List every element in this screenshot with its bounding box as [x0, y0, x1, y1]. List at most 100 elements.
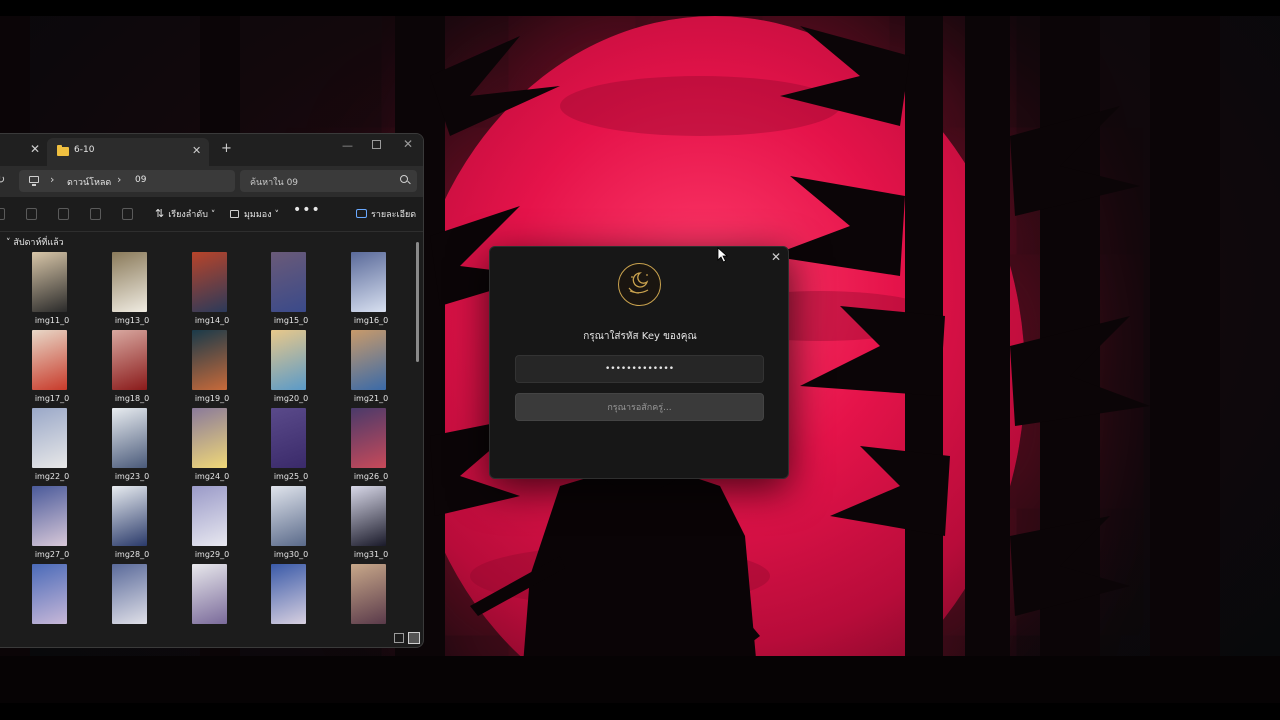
- command-bar: ⇅ เรียงลำดับ ˅ มุมมอง ˅ ••• รายละเอียด: [0, 197, 423, 232]
- group-header[interactable]: ˅ สัปดาห์ที่แล้ว: [6, 235, 64, 249]
- file-thumbnail: [112, 408, 147, 468]
- details-view-icon[interactable]: [394, 633, 404, 643]
- file-thumbnail: [271, 330, 306, 390]
- file-thumbnail: [271, 252, 306, 312]
- maximize-button[interactable]: [372, 140, 381, 149]
- search-icon: [400, 175, 408, 183]
- folder-icon: [57, 145, 69, 156]
- file-name: img23_0: [114, 472, 150, 481]
- file-item[interactable]: img16_0: [326, 252, 406, 330]
- file-thumbnail: [32, 408, 67, 468]
- paste-icon[interactable]: [58, 208, 69, 220]
- tab-folder[interactable]: 6-10 ✕: [47, 138, 209, 166]
- file-name: img29_0: [194, 550, 230, 559]
- tab-label: 6-10: [74, 145, 95, 155]
- file-item[interactable]: img25_0: [246, 408, 326, 486]
- details-label: รายละเอียด: [371, 210, 417, 220]
- file-item[interactable]: [167, 564, 247, 642]
- file-name: img17_0: [34, 394, 70, 403]
- file-thumbnail: [192, 486, 227, 546]
- letterbox-top: [0, 0, 1280, 16]
- file-item[interactable]: img13_0: [87, 252, 167, 330]
- file-name: img26_0: [353, 472, 389, 481]
- file-item[interactable]: img17_0: [7, 330, 87, 408]
- chevron-right-icon[interactable]: ›: [117, 173, 121, 186]
- large-icons-view-icon[interactable]: [408, 632, 420, 644]
- file-thumbnail: [351, 252, 386, 312]
- view-icon: [230, 210, 239, 218]
- breadcrumb-current-folder[interactable]: 09: [135, 175, 146, 185]
- address-bar[interactable]: › ดาวน์โหลด › 09: [19, 170, 235, 192]
- file-name: img24_0: [194, 472, 230, 481]
- share-icon[interactable]: [90, 208, 101, 220]
- file-name: img25_0: [273, 472, 309, 481]
- dialog-close-button[interactable]: ✕: [771, 250, 781, 264]
- file-thumbnail: [112, 564, 147, 624]
- vertical-scrollbar[interactable]: [416, 242, 419, 362]
- file-item[interactable]: [326, 564, 406, 642]
- submit-button[interactable]: กรุณารอสักครู่...: [515, 393, 764, 421]
- file-name: img18_0: [114, 394, 150, 403]
- view-button[interactable]: มุมมอง ˅: [230, 207, 279, 221]
- file-item[interactable]: img23_0: [87, 408, 167, 486]
- file-item[interactable]: img18_0: [87, 330, 167, 408]
- file-item[interactable]: [246, 564, 326, 642]
- file-thumbnail: [32, 330, 67, 390]
- file-item[interactable]: img19_0: [167, 330, 247, 408]
- previous-tab-close-icon[interactable]: ✕: [30, 142, 40, 156]
- cut-icon[interactable]: [0, 208, 5, 220]
- file-thumbnail: [192, 564, 227, 624]
- delete-icon[interactable]: [122, 208, 133, 220]
- sort-label: เรียงลำดับ: [168, 210, 208, 220]
- file-item[interactable]: img20_0: [246, 330, 326, 408]
- new-tab-button[interactable]: +: [221, 141, 232, 156]
- copy-icon[interactable]: [26, 208, 37, 220]
- file-item[interactable]: img14_0: [167, 252, 247, 330]
- file-item[interactable]: img21_0: [326, 330, 406, 408]
- file-thumbnail: [32, 252, 67, 312]
- file-name: img20_0: [273, 394, 309, 403]
- file-thumbnail: [351, 564, 386, 624]
- minimize-button[interactable]: —: [342, 139, 353, 152]
- sort-button[interactable]: ⇅ เรียงลำดับ ˅: [155, 207, 215, 221]
- letterbox-bottom: [0, 703, 1280, 720]
- file-item[interactable]: img11_0: [7, 252, 87, 330]
- file-item[interactable]: img26_0: [326, 408, 406, 486]
- file-thumbnail: [192, 408, 227, 468]
- tab-bar: ✕ 6-10 ✕ + — ✕: [0, 134, 423, 166]
- tab-close-icon[interactable]: ✕: [192, 144, 201, 157]
- file-thumbnail: [351, 330, 386, 390]
- file-item[interactable]: [7, 564, 87, 642]
- this-pc-icon: [29, 176, 39, 186]
- file-name: img13_0: [114, 316, 150, 325]
- details-pane-button[interactable]: รายละเอียด: [356, 207, 416, 221]
- chevron-right-icon[interactable]: ›: [50, 173, 54, 186]
- moon-hand-logo-icon: [628, 272, 649, 294]
- chevron-down-icon: ˅: [210, 210, 216, 220]
- file-item[interactable]: [87, 564, 167, 642]
- file-thumbnail: [351, 408, 386, 468]
- refresh-icon[interactable]: ↻: [0, 173, 5, 186]
- window-close-button[interactable]: ✕: [403, 137, 413, 151]
- file-item[interactable]: img30_0: [246, 486, 326, 564]
- group-header-label: สัปดาห์ที่แล้ว: [13, 238, 64, 248]
- file-thumbnail: [192, 330, 227, 390]
- file-list: ˅ สัปดาห์ที่แล้ว img11_0 img13_0 img14_0 im…: [0, 232, 423, 647]
- file-item[interactable]: img22_0: [7, 408, 87, 486]
- breadcrumb-downloads[interactable]: ดาวน์โหลด: [67, 175, 111, 189]
- file-item[interactable]: img24_0: [167, 408, 247, 486]
- file-thumbnail: [112, 486, 147, 546]
- file-name: img27_0: [34, 550, 70, 559]
- file-item[interactable]: img28_0: [87, 486, 167, 564]
- file-thumbnail: [112, 330, 147, 390]
- file-item[interactable]: img27_0: [7, 486, 87, 564]
- file-name: img21_0: [353, 394, 389, 403]
- more-options-button[interactable]: •••: [293, 202, 321, 218]
- file-item[interactable]: img31_0: [326, 486, 406, 564]
- file-item[interactable]: img29_0: [167, 486, 247, 564]
- file-thumbnail: [271, 408, 306, 468]
- search-input[interactable]: ค้นหาใน 09: [240, 170, 417, 192]
- view-label: มุมมอง: [244, 210, 272, 220]
- file-item[interactable]: img15_0: [246, 252, 326, 330]
- key-input[interactable]: [515, 355, 764, 383]
